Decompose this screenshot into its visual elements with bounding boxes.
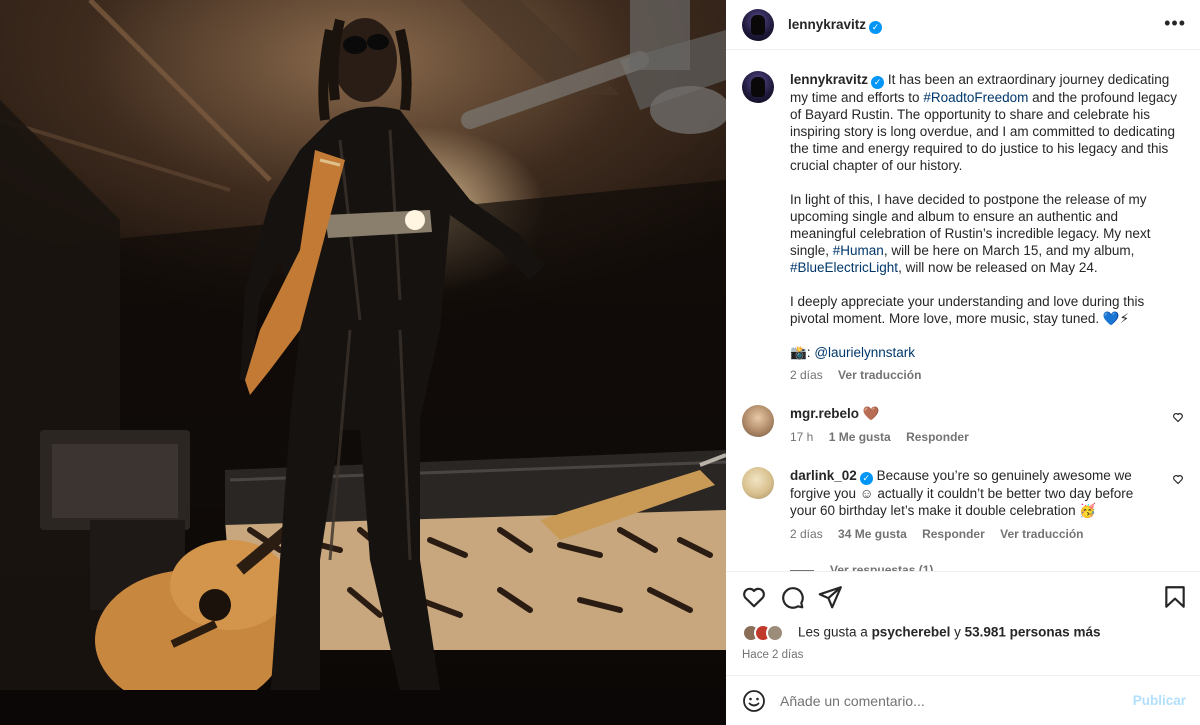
comment-item: darlink_02 ✓ Because you’re so genuinely … bbox=[742, 467, 1186, 557]
comment-time[interactable]: 17 h bbox=[790, 430, 813, 444]
commenter-username[interactable]: mgr.rebelo bbox=[790, 406, 859, 421]
caption-text: lennykravitz ✓ It has been an extraordina… bbox=[790, 71, 1180, 384]
caption-meta: 2 días Ver traducción bbox=[790, 367, 1180, 384]
verified-icon: ✓ bbox=[871, 76, 885, 89]
more-options-icon[interactable]: ••• bbox=[1164, 14, 1186, 32]
commenter-avatar[interactable] bbox=[742, 467, 774, 499]
comment-meta: 2 días 34 Me gusta Responder Ver traducc… bbox=[790, 526, 1160, 543]
comment-reply-button[interactable]: Responder bbox=[906, 430, 969, 444]
comments-scroll-area[interactable]: lennykravitz ✓ It has been an extraordina… bbox=[726, 51, 1200, 571]
hashtag-human[interactable]: #Human bbox=[833, 243, 884, 258]
caption-p2-b: , will be here on March 15, and my album… bbox=[883, 243, 1135, 258]
comment-time[interactable]: 2 días bbox=[790, 527, 823, 541]
caption-p2-c: , will now be released on May 24. bbox=[898, 260, 1098, 275]
liker-avatar bbox=[766, 624, 784, 642]
photo-illustration bbox=[0, 0, 726, 725]
comment-likes[interactable]: 34 Me gusta bbox=[838, 527, 907, 541]
comment-text: darlink_02 ✓ Because you’re so genuinely … bbox=[790, 467, 1160, 543]
emoji-smiley-icon[interactable] bbox=[742, 689, 766, 713]
like-heart-icon[interactable] bbox=[741, 584, 767, 610]
post-timestamp[interactable]: Hace 2 días bbox=[742, 649, 803, 661]
comment-bubble-icon[interactable] bbox=[779, 584, 805, 610]
likes-prefix: Les gusta a bbox=[798, 624, 872, 640]
save-bookmark-icon[interactable] bbox=[1162, 584, 1188, 610]
post-actions: Les gusta a psycherebel y 53.981 persona… bbox=[726, 571, 1200, 675]
comment-meta: 17 h 1 Me gusta Responder bbox=[790, 429, 1160, 446]
likes-summary: Les gusta a psycherebel y 53.981 persona… bbox=[742, 624, 1100, 642]
mention-photographer[interactable]: @laurielynnstark bbox=[814, 345, 915, 360]
comment-reply-button[interactable]: Responder bbox=[922, 527, 985, 541]
commenter-username[interactable]: darlink_02 bbox=[790, 468, 857, 483]
like-comment-heart-icon[interactable] bbox=[1172, 473, 1184, 485]
verified-icon: ✓ bbox=[869, 21, 883, 34]
comment-input[interactable] bbox=[780, 690, 1110, 712]
caption-username[interactable]: lennykravitz bbox=[790, 72, 868, 87]
comment-likes[interactable]: 1 Me gusta bbox=[829, 430, 891, 444]
caption-time[interactable]: 2 días bbox=[790, 368, 823, 382]
publish-button[interactable]: Publicar bbox=[1133, 693, 1186, 708]
caption-translate-link[interactable]: Ver traducción bbox=[838, 368, 921, 382]
share-send-icon[interactable] bbox=[817, 584, 843, 610]
camera-credit-emoji: 📸: bbox=[790, 345, 815, 360]
comment-text: mgr.rebelo 🤎 17 h 1 Me gusta Responder bbox=[790, 405, 1160, 446]
hashtag-roadtofreedom[interactable]: #RoadtoFreedom bbox=[923, 90, 1028, 105]
commenter-avatar[interactable] bbox=[742, 405, 774, 437]
post-photo[interactable] bbox=[0, 0, 726, 725]
liker-username[interactable]: psycherebel bbox=[872, 625, 951, 640]
view-replies-button[interactable]: Ver respuestas (1) bbox=[790, 563, 933, 571]
comment-item: mgr.rebelo 🤎 17 h 1 Me gusta Responder bbox=[742, 405, 1186, 455]
comment-body: 🤎 bbox=[862, 406, 880, 421]
add-comment-bar: Publicar bbox=[726, 675, 1200, 725]
post-side-panel: lennykravitz ✓ ••• lennykravitz ✓ It has b… bbox=[726, 0, 1200, 725]
comment-translate-link[interactable]: Ver traducción bbox=[1000, 527, 1083, 541]
author-username[interactable]: lennykravitz bbox=[788, 17, 866, 32]
post-header: lennykravitz ✓ ••• bbox=[726, 0, 1200, 50]
hashtag-blueelectriclight[interactable]: #BlueElectricLight bbox=[790, 260, 898, 275]
author-avatar[interactable] bbox=[742, 9, 774, 41]
likes-count[interactable]: 53.981 personas más bbox=[965, 625, 1101, 640]
like-comment-heart-icon[interactable] bbox=[1172, 411, 1184, 423]
liker-avatars[interactable] bbox=[742, 624, 792, 642]
verified-icon: ✓ bbox=[859, 472, 873, 485]
caption-p3: I deeply appreciate your understanding a… bbox=[790, 294, 1145, 326]
caption-avatar[interactable] bbox=[742, 71, 774, 103]
author-name: lennykravitz ✓ bbox=[788, 16, 883, 34]
likes-middle: y bbox=[950, 624, 965, 640]
